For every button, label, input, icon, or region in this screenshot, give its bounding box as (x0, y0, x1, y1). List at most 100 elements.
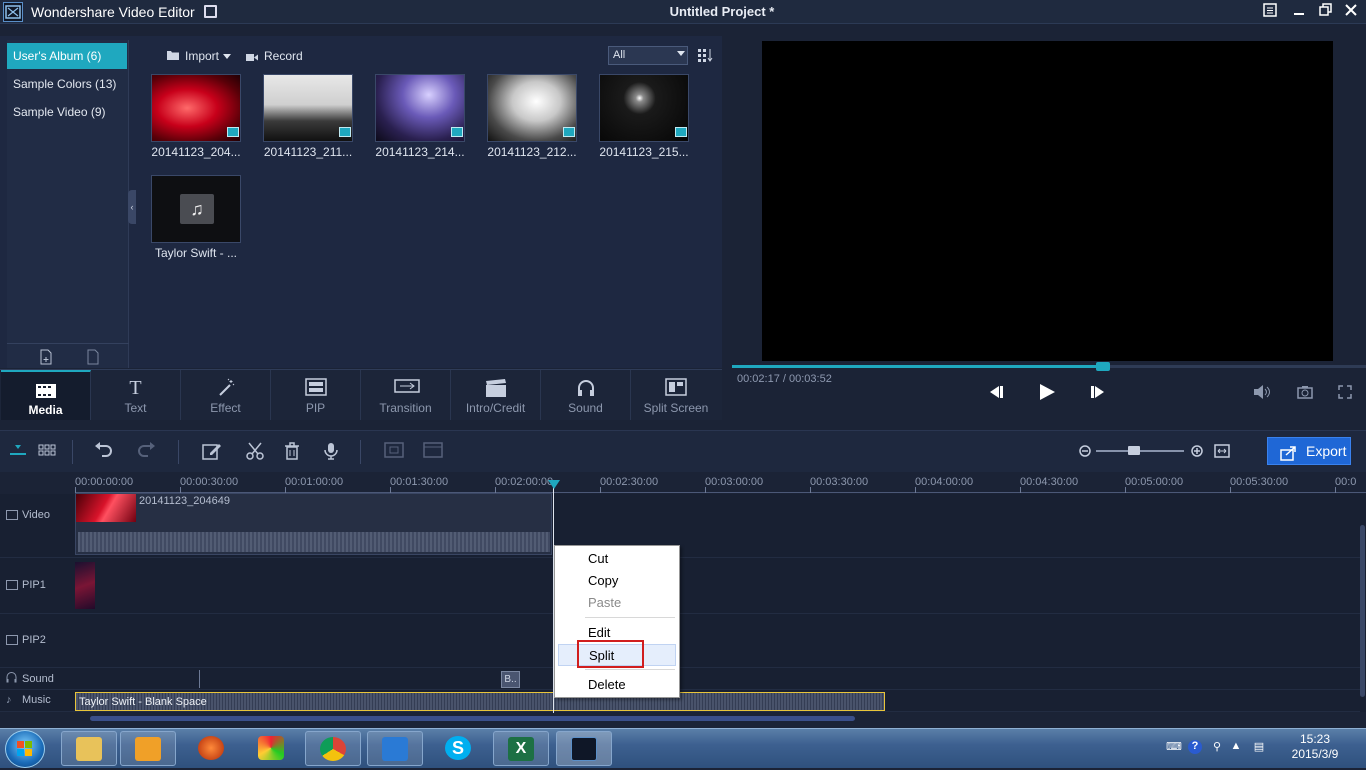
next-frame-icon[interactable] (1089, 384, 1107, 403)
tab-media[interactable]: Media (1, 370, 91, 420)
video-track-label: Video (6, 509, 50, 521)
menu-item-delete[interactable]: Delete (558, 674, 676, 696)
collapse-panel-button[interactable]: ‹ (128, 190, 136, 224)
taskbar-skype[interactable]: S (431, 731, 487, 766)
taskbar-chrome[interactable] (305, 731, 361, 766)
edit-icon[interactable] (202, 442, 222, 462)
preview-window[interactable] (762, 41, 1333, 361)
taskbar-lync[interactable] (367, 731, 423, 766)
taskbar-app-color[interactable] (244, 731, 300, 766)
video-badge-icon (451, 127, 463, 137)
menu-item-cut[interactable]: Cut (558, 548, 676, 570)
album-users[interactable]: User's Album (6) (7, 43, 127, 69)
restore-button[interactable] (1316, 3, 1336, 21)
split-highlight-annotation (577, 640, 644, 668)
sound-clip[interactable]: B.. (501, 671, 520, 688)
album-sample-colors[interactable]: Sample Colors (13) (7, 71, 127, 97)
volume-icon[interactable] (1253, 385, 1271, 402)
tab-text[interactable]: T Text (91, 370, 181, 420)
help-icon[interactable]: ? (1188, 740, 1202, 754)
export-button[interactable]: Export (1267, 437, 1351, 465)
add-album-icon[interactable] (39, 349, 53, 368)
start-button[interactable] (5, 730, 45, 768)
zoom-out-icon[interactable] (1079, 445, 1091, 460)
chevron-down-icon[interactable] (677, 51, 685, 56)
microphone-icon[interactable] (321, 442, 341, 462)
network-icon[interactable]: ▤ (1252, 740, 1266, 754)
previous-frame-icon[interactable] (987, 384, 1005, 403)
taskbar-app-orange[interactable] (184, 731, 240, 766)
pip-icon (6, 580, 18, 591)
media-thumb-2[interactable] (263, 74, 353, 142)
snapshot-icon[interactable] (1297, 385, 1313, 402)
zoom-in-icon[interactable] (1191, 445, 1203, 460)
media-name: Taylor Swift - ... (154, 246, 237, 260)
taskbar-video-editor[interactable] (556, 731, 612, 766)
redo-icon[interactable] (137, 442, 157, 462)
excel-icon: X (508, 737, 534, 761)
tab-pip[interactable]: PIP (271, 370, 361, 420)
system-clock[interactable]: 15:23 2015/3/9 (1284, 732, 1346, 762)
tab-label: Text (124, 401, 147, 415)
taskbar-file-explorer[interactable] (61, 731, 117, 766)
playback-progress-fill (732, 365, 1103, 368)
media-thumb-6[interactable]: ♫ (151, 175, 241, 243)
delete-icon[interactable] (282, 442, 302, 462)
tab-intro-credit[interactable]: Intro/Credit (451, 370, 541, 420)
media-name: 20141123_214... (375, 145, 465, 159)
ruler-tick-label: 00:0 (1335, 476, 1357, 488)
music-note-icon: ♪ (6, 694, 12, 707)
fullscreen-icon[interactable] (1338, 385, 1352, 402)
usb-icon[interactable]: ⚲ (1210, 740, 1224, 754)
text-icon: T (129, 377, 142, 399)
tab-split-screen[interactable]: Split Screen (631, 370, 721, 420)
green-screen-icon[interactable] (423, 442, 443, 462)
menu-icon[interactable] (1260, 3, 1280, 21)
pip-icon (304, 378, 328, 398)
media-thumb-5[interactable] (599, 74, 689, 142)
album-sample-video[interactable]: Sample Video (9) (7, 99, 127, 125)
taskbar-excel[interactable]: X (493, 731, 549, 766)
music-clip-name: Taylor Swift - Blank Space (79, 696, 207, 708)
sound-track (0, 668, 1360, 690)
record-button[interactable]: Record (264, 49, 303, 63)
playback-slider-handle[interactable] (1095, 362, 1110, 371)
media-thumb-1[interactable] (151, 74, 241, 142)
tab-transition[interactable]: Transition (361, 370, 451, 420)
view-mode-icon[interactable] (698, 48, 713, 62)
close-button[interactable] (1341, 3, 1361, 21)
tab-effect[interactable]: Effect (181, 370, 271, 420)
horizontal-scrollbar[interactable] (90, 716, 855, 721)
chevron-down-icon[interactable] (223, 54, 231, 59)
album-footer (7, 343, 129, 368)
media-thumb-4[interactable] (487, 74, 577, 142)
show-hidden-icons[interactable]: ▲ (1229, 740, 1243, 754)
tab-sound[interactable]: Sound (541, 370, 631, 420)
ruler-tick-label: 00:01:00:00 (285, 476, 344, 488)
track-name: PIP1 (22, 579, 46, 591)
clock-time: 15:23 (1299, 732, 1331, 746)
play-icon[interactable] (1037, 382, 1057, 405)
pip2-track (0, 614, 1360, 668)
minimize-button[interactable] (1289, 3, 1309, 21)
media-thumb-3[interactable] (375, 74, 465, 142)
vertical-scrollbar[interactable] (1360, 525, 1365, 697)
undo-icon[interactable] (93, 442, 113, 462)
menu-item-copy[interactable]: Copy (558, 570, 676, 592)
keyboard-icon[interactable]: ⌨ (1166, 740, 1182, 754)
timeline-view-icon[interactable] (8, 442, 28, 462)
save-icon[interactable] (204, 5, 217, 18)
storyboard-view-icon[interactable] (37, 442, 57, 462)
scissors-icon[interactable] (245, 442, 265, 462)
playhead-handle[interactable] (548, 480, 560, 489)
crop-icon[interactable] (384, 442, 404, 462)
import-button[interactable]: Import (185, 49, 219, 63)
zoom-slider[interactable] (1096, 450, 1184, 452)
delete-album-icon[interactable] (86, 349, 100, 368)
fit-timeline-icon[interactable] (1214, 444, 1230, 461)
zoom-slider-handle[interactable] (1128, 446, 1140, 455)
taskbar-outlook[interactable] (120, 731, 176, 766)
filter-select[interactable]: All (608, 46, 688, 65)
folder-icon (76, 737, 102, 761)
pip-clip[interactable] (75, 562, 95, 609)
